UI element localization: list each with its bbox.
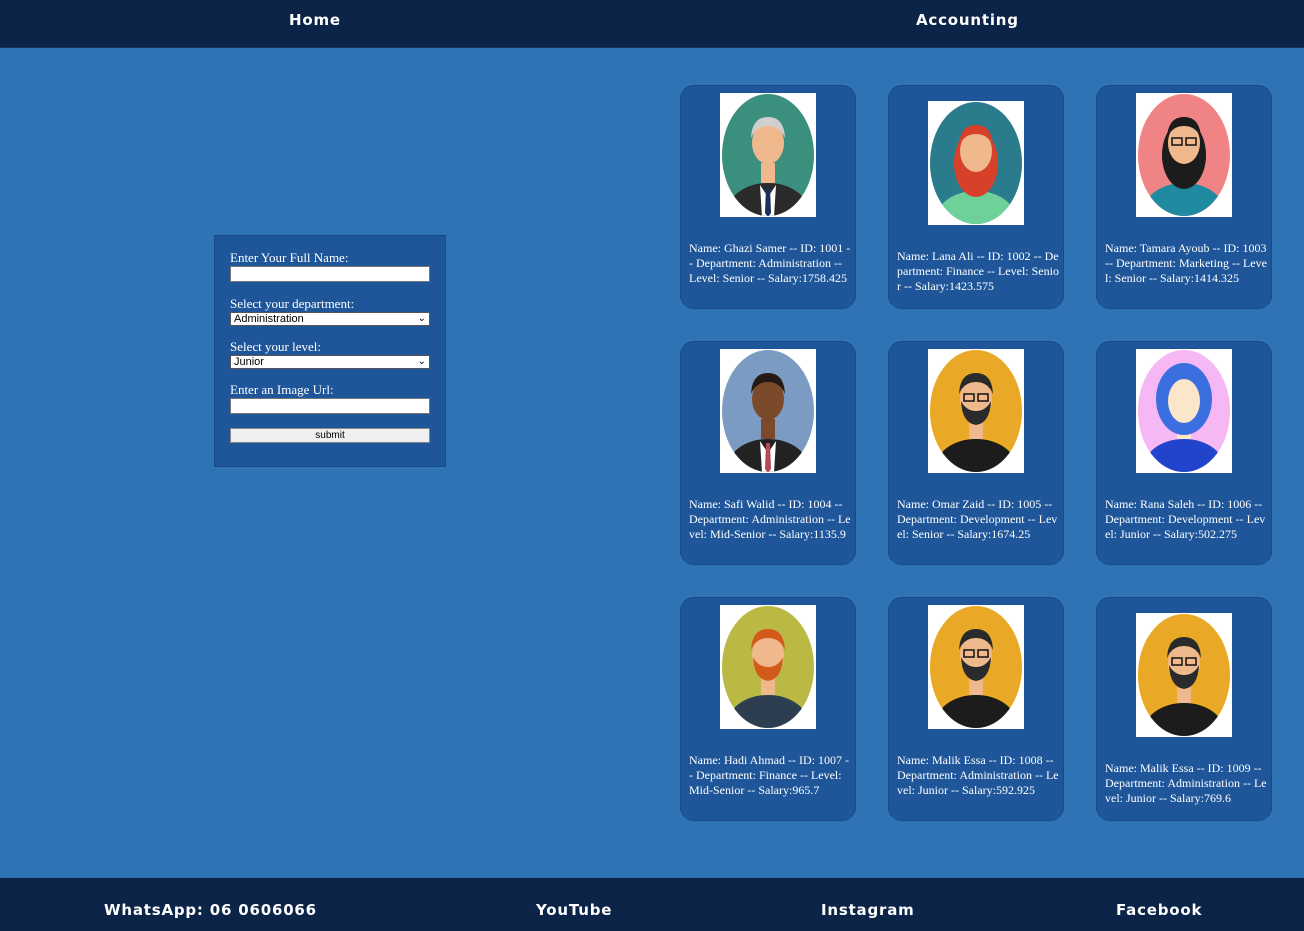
employee-info: Name: Omar Zaid -- ID: 1005 -- Departmen…: [897, 497, 1058, 541]
employee-card: Name: Malik Essa -- ID: 1009 -- Departme…: [1096, 597, 1272, 821]
male-beard-glasses-avatar-icon: [930, 350, 1022, 472]
male-grey-hair-suit-avatar-icon: [722, 94, 814, 216]
male-red-beard-avatar-icon: [722, 606, 814, 728]
employee-card: Name: Malik Essa -- ID: 1008 -- Departme…: [888, 597, 1064, 821]
submit-button[interactable]: submit: [230, 428, 430, 443]
employee-photo: [720, 349, 816, 473]
employee-info: Name: Tamara Ayoub -- ID: 1003 -- Depart…: [1105, 241, 1267, 285]
employee-info: Name: Lana Ali -- ID: 1002 -- Department…: [897, 249, 1059, 293]
employee-info: Name: Malik Essa -- ID: 1008 -- Departme…: [897, 753, 1059, 797]
level-selected-value: Junior: [234, 356, 264, 368]
department-selected-value: Administration: [234, 313, 304, 325]
employee-card: Name: Omar Zaid -- ID: 1005 -- Departmen…: [888, 341, 1064, 565]
employee-info: Name: Ghazi Samer -- ID: 1001 -- Departm…: [689, 241, 851, 285]
employee-card: Name: Hadi Ahmad -- ID: 1007 -- Departme…: [680, 597, 856, 821]
female-red-hair-avatar-icon: [930, 102, 1022, 224]
nav-accounting-link[interactable]: Accounting: [916, 11, 1019, 29]
employee-info: Name: Hadi Ahmad -- ID: 1007 -- Departme…: [689, 753, 849, 797]
chevron-down-icon: ⌄: [417, 313, 426, 324]
employee-card: Name: Lana Ali -- ID: 1002 -- Department…: [888, 85, 1064, 309]
employee-photo: [1136, 93, 1232, 217]
employee-card: Name: Rana Saleh -- ID: 1006 -- Departme…: [1096, 341, 1272, 565]
full-name-label: Enter Your Full Name:: [230, 250, 349, 265]
chevron-down-icon: ⌄: [417, 356, 426, 367]
employee-info: Name: Malik Essa -- ID: 1009 -- Departme…: [1105, 761, 1267, 805]
image-url-input[interactable]: [230, 398, 430, 414]
employee-photo: [720, 605, 816, 729]
employee-photo: [720, 93, 816, 217]
footer-whatsapp-link[interactable]: WhatsApp: 06 0606066: [104, 901, 317, 919]
footer-youtube-link[interactable]: YouTube: [536, 901, 612, 919]
employee-info: Name: Safi Walid -- ID: 1004 -- Departme…: [689, 497, 851, 541]
top-navigation-bar: Home Accounting: [0, 0, 1304, 48]
employee-photo: [1136, 613, 1232, 737]
footer-bar: WhatsApp: 06 0606066 YouTube Instagram F…: [0, 878, 1304, 931]
employee-photo: [928, 605, 1024, 729]
employee-photo: [928, 349, 1024, 473]
employee-card: Name: Ghazi Samer -- ID: 1001 -- Departm…: [680, 85, 856, 309]
footer-facebook-link[interactable]: Facebook: [1116, 901, 1202, 919]
male-beard-glasses-avatar-icon: [930, 606, 1022, 728]
level-label: Select your level:: [230, 339, 321, 354]
employee-card: Name: Safi Walid -- ID: 1004 -- Departme…: [680, 341, 856, 565]
male-dark-skin-suit-avatar-icon: [722, 350, 814, 472]
image-url-label: Enter an Image Url:: [230, 382, 334, 397]
employee-form: Enter Your Full Name: Select your depart…: [214, 235, 446, 467]
department-label: Select your department:: [230, 296, 355, 311]
employee-info: Name: Rana Saleh -- ID: 1006 -- Departme…: [1105, 497, 1266, 541]
department-select[interactable]: Administration ⌄: [230, 312, 430, 326]
footer-instagram-link[interactable]: Instagram: [821, 901, 915, 919]
employee-photo: [928, 101, 1024, 225]
employee-card: Name: Tamara Ayoub -- ID: 1003 -- Depart…: [1096, 85, 1272, 309]
employee-photo: [1136, 349, 1232, 473]
level-select[interactable]: Junior ⌄: [230, 355, 430, 369]
female-glasses-black-hair-avatar-icon: [1138, 94, 1230, 216]
male-beard-glasses-avatar-icon: [1138, 614, 1230, 736]
female-hijab-avatar-icon: [1138, 350, 1230, 472]
full-name-input[interactable]: [230, 266, 430, 282]
nav-home-link[interactable]: Home: [289, 11, 341, 29]
